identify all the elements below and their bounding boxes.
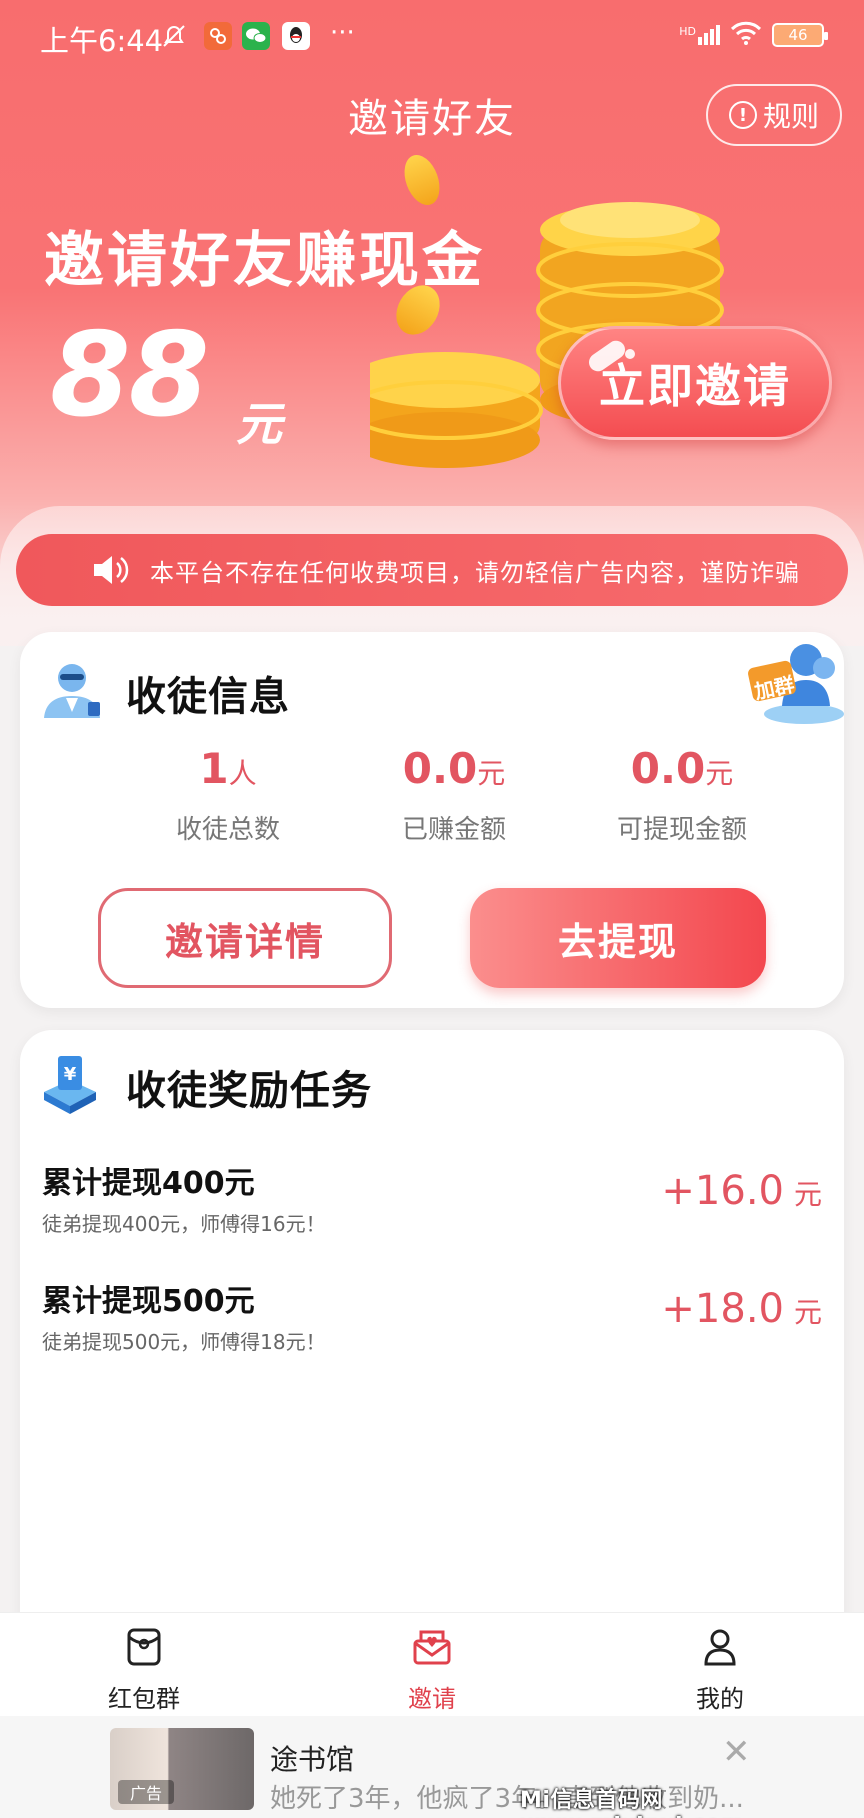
task-subtitle: 徒弟提现400元，师傅得16元！ bbox=[42, 1212, 326, 1236]
apprentice-info-card: 收徒信息 1人 收徒总数 0.0元 已赚金额 0.0元 可提现金额 邀请详情 去… bbox=[20, 632, 844, 1008]
task-title: 累计提现400元 bbox=[42, 1166, 255, 1201]
stat-total-apprentices: 1人 收徒总数 bbox=[98, 744, 358, 846]
list-item: 累计提现400元 徒弟提现400元，师傅得16元！ +16.0 元 bbox=[42, 1158, 822, 1258]
hero-unit: 元 bbox=[236, 397, 282, 451]
invite-envelope-icon bbox=[413, 1630, 451, 1665]
task-subtitle: 徒弟提现500元，师傅得18元！ bbox=[42, 1330, 326, 1354]
list-item: 累计提现500元 徒弟提现500元，师傅得18元！ +18.0 元 bbox=[42, 1276, 822, 1376]
agent-avatar-icon bbox=[44, 664, 100, 718]
ad-image: 广告 bbox=[110, 1728, 254, 1810]
more-notifications-icon: ··· bbox=[330, 18, 355, 48]
withdraw-button[interactable]: 去提现 bbox=[470, 888, 766, 988]
stat-unit: 元 bbox=[705, 757, 734, 790]
svg-text:¥: ¥ bbox=[64, 1064, 77, 1085]
stat-unit: 人 bbox=[228, 757, 257, 790]
notice-text: 本平台不存在任何收费项目，请勿轻信广告内容，谨防诈骗 bbox=[150, 558, 800, 587]
invite-now-label: 立即邀请 bbox=[599, 359, 791, 413]
tab-label: 邀请 bbox=[408, 1685, 456, 1713]
tab-label: 红包群 bbox=[108, 1685, 180, 1713]
speaker-icon bbox=[94, 556, 129, 584]
button-shine-dot bbox=[625, 349, 635, 359]
stat-label: 已赚金额 bbox=[401, 815, 506, 845]
close-icon[interactable]: ✕ bbox=[722, 1732, 751, 1772]
bottom-tab-bar: 红包群 邀请 我的 bbox=[0, 1612, 864, 1716]
anti-fraud-notice: 本平台不存在任何收费项目，请勿轻信广告内容，谨防诈骗 bbox=[16, 534, 848, 606]
apprentice-info-title: 收徒信息 bbox=[126, 674, 290, 720]
wechat-icon bbox=[242, 22, 270, 50]
app-notification-icon bbox=[204, 22, 232, 50]
ad-tag: 广告 bbox=[118, 1780, 174, 1804]
stat-value: 1 bbox=[199, 744, 229, 793]
tab-invite[interactable]: 邀请 bbox=[332, 1621, 532, 1714]
stat-withdrawable-amount: 0.0元 可提现金额 bbox=[552, 744, 812, 846]
stat-label: 可提现金额 bbox=[616, 815, 747, 845]
stat-earned-amount: 0.0元 已赚金额 bbox=[324, 744, 584, 846]
reward-tasks-title: 收徒奖励任务 bbox=[126, 1068, 372, 1114]
join-group-button[interactable]: 加群 bbox=[746, 634, 850, 730]
wifi-icon bbox=[730, 20, 762, 50]
info-icon: ! bbox=[728, 101, 757, 129]
stat-value: 0.0 bbox=[630, 744, 706, 793]
alarm-off-icon bbox=[160, 22, 188, 50]
yuan-box-icon: ¥ bbox=[44, 1056, 96, 1114]
status-bar: 上午6:44 ··· HD 46 bbox=[0, 0, 864, 74]
watermark: Mi信息首码网 www.mixinxi.com bbox=[520, 1788, 744, 1818]
task-title: 累计提现500元 bbox=[42, 1284, 255, 1319]
battery-icon: 46 bbox=[772, 23, 828, 47]
stat-value: 0.0 bbox=[402, 744, 478, 793]
user-icon bbox=[704, 1629, 736, 1666]
invite-now-button[interactable]: 立即邀请 bbox=[558, 326, 832, 440]
stat-unit: 元 bbox=[477, 757, 506, 790]
hd-signal-icon: HD bbox=[679, 25, 720, 45]
red-packet-icon bbox=[127, 1628, 161, 1666]
rules-button[interactable]: ! 规则 bbox=[706, 84, 842, 146]
task-reward: +18.0 元 bbox=[661, 1286, 822, 1332]
status-time: 上午6:44 bbox=[40, 24, 164, 58]
task-reward: +16.0 元 bbox=[661, 1168, 822, 1214]
stat-label: 收徒总数 bbox=[175, 815, 280, 845]
qq-icon bbox=[282, 22, 310, 50]
status-right: HD 46 bbox=[679, 20, 828, 50]
tab-label: 我的 bbox=[696, 1685, 744, 1713]
rules-label: 规则 bbox=[762, 100, 819, 133]
tab-mine[interactable]: 我的 bbox=[620, 1621, 820, 1714]
invite-details-button[interactable]: 邀请详情 bbox=[98, 888, 392, 988]
ad-title: 途书馆 bbox=[270, 1743, 355, 1776]
reward-tasks-card: ¥ 收徒奖励任务 累计提现400元 徒弟提现400元，师傅得16元！ +16.0… bbox=[20, 1030, 844, 1690]
hero-amount: 88 bbox=[50, 308, 209, 443]
tab-red-packet-group[interactable]: 红包群 bbox=[44, 1621, 244, 1714]
